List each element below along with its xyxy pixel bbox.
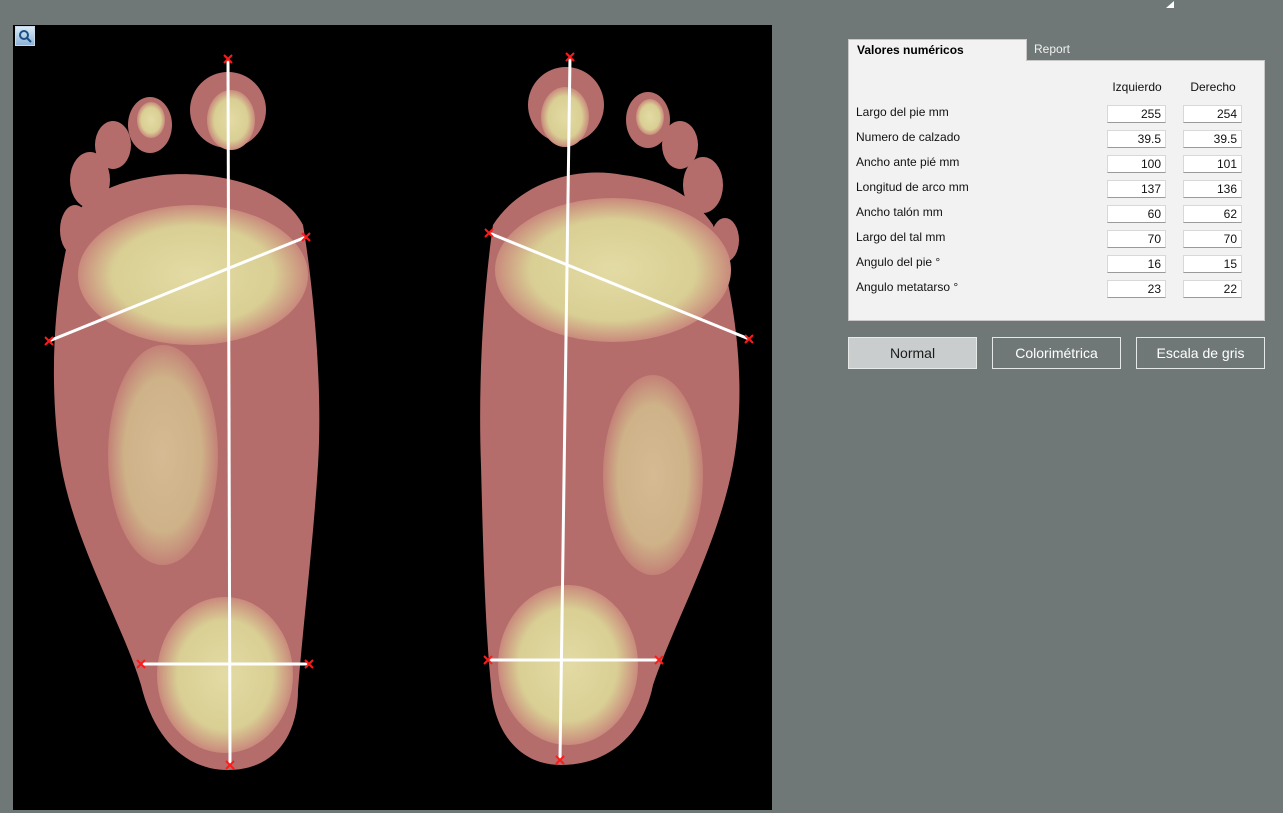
right-value-field[interactable]: 70 [1183, 230, 1242, 248]
tab-valores-numericos[interactable]: Valores numéricos [848, 39, 1027, 61]
right-value-field[interactable]: 136 [1183, 180, 1242, 198]
left-length-line [226, 58, 232, 766]
column-header-left: Izquierdo [1112, 80, 1162, 94]
zoom-button[interactable] [15, 26, 35, 46]
colorimetric-view-button[interactable]: Colorimétrica [992, 337, 1121, 369]
foot-scan-image [44, 52, 754, 771]
row-label: Angulo metatarso ° [856, 280, 959, 294]
right-value-field[interactable]: 22 [1183, 280, 1242, 298]
values-panel: Izquierdo Derecho Largo del pie mm 255 2… [848, 60, 1265, 321]
column-header-right: Derecho [1190, 80, 1236, 94]
row-label: Largo del pie mm [856, 105, 949, 119]
left-value-field[interactable]: 255 [1107, 105, 1166, 123]
window-corner-mark [1166, 1, 1174, 8]
right-value-field[interactable]: 39.5 [1183, 130, 1242, 148]
left-value-field[interactable]: 70 [1107, 230, 1166, 248]
magnifier-icon [19, 30, 32, 43]
left-value-field[interactable]: 16 [1107, 255, 1166, 273]
left-value-field[interactable]: 23 [1107, 280, 1166, 298]
row-label: Ancho ante pié mm [856, 155, 960, 169]
tab-report[interactable]: Report [1034, 39, 1094, 61]
left-value-field[interactable]: 60 [1107, 205, 1166, 223]
row-label: Largo del tal mm [856, 230, 946, 244]
row-label: Angulo del pie ° [856, 255, 941, 269]
grayscale-view-button[interactable]: Escala de gris [1136, 337, 1265, 369]
left-value-field[interactable]: 100 [1107, 155, 1166, 173]
row-label: Longitud de arco mm [856, 180, 969, 194]
left-value-field[interactable]: 137 [1107, 180, 1166, 198]
normal-view-button[interactable]: Normal [848, 337, 977, 369]
right-value-field[interactable]: 101 [1183, 155, 1242, 173]
right-value-field[interactable]: 15 [1183, 255, 1242, 273]
row-label: Numero de calzado [856, 130, 961, 144]
left-value-field[interactable]: 39.5 [1107, 130, 1166, 148]
foot-scan-panel [13, 25, 772, 810]
tab-strip: Valores numéricos Report [848, 39, 1268, 61]
right-value-field[interactable]: 254 [1183, 105, 1242, 123]
row-label: Ancho talón mm [856, 205, 943, 219]
right-value-field[interactable]: 62 [1183, 205, 1242, 223]
